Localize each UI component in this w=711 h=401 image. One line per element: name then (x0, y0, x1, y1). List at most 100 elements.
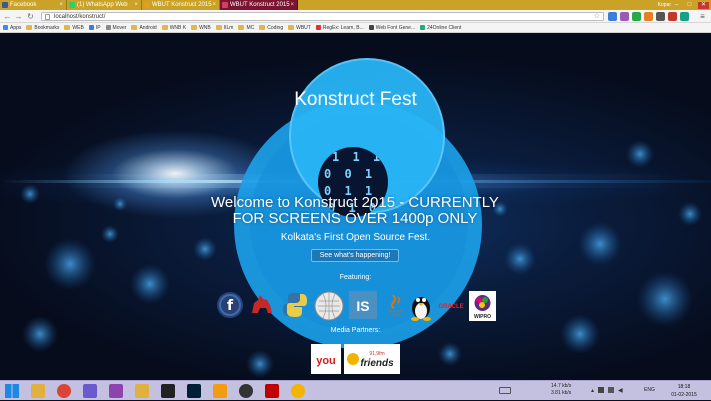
is-logo[interactable]: IS (349, 291, 377, 319)
welcome-headline: Welcome to Konstruct 2015 - CURRENTLY FO… (211, 194, 499, 227)
oracle-logo[interactable]: ORACLE (435, 291, 467, 319)
bookmark-item[interactable]: Mover (105, 25, 126, 31)
media-icon[interactable] (109, 384, 123, 398)
bookmark-item[interactable]: WBUT (288, 25, 311, 31)
browser-tab[interactable]: WBUT Konstruct 2015 × (220, 0, 298, 10)
svg-text:ORACLE: ORACLE (438, 304, 463, 310)
bookmark-item[interactable]: IILm (215, 24, 234, 31)
extension-icon[interactable] (608, 12, 617, 21)
clock[interactable]: 18:18 01-02-2015 (666, 383, 702, 399)
see-whats-happening-button[interactable]: See what's happening! (311, 249, 399, 262)
bookmark-label: Bookmarks (34, 24, 60, 31)
address-bar[interactable]: localhost/konstruct/ ☆ (41, 12, 604, 21)
bookmark-item[interactable]: IP (88, 25, 101, 31)
photoshop-icon[interactable] (187, 384, 201, 398)
calculator-icon[interactable] (83, 384, 97, 398)
folder-icon (64, 25, 71, 30)
svg-text:WIPRO: WIPRO (474, 314, 491, 320)
linux-tux-logo[interactable] (408, 291, 434, 321)
maximize-icon[interactable]: □ (685, 2, 694, 9)
reload-icon[interactable]: ↻ (26, 12, 35, 21)
extension-icon[interactable] (620, 12, 629, 21)
extension-icon[interactable] (680, 12, 689, 21)
bookmark-star-icon[interactable]: ☆ (594, 13, 600, 21)
bookmark-item[interactable]: WNB K (161, 24, 187, 31)
bookmark-item[interactable]: Bookmarks (26, 25, 59, 31)
extension-icon[interactable] (668, 12, 677, 21)
bookmark-favicon-icon (420, 25, 426, 30)
bookmark-item[interactable]: 24Online Client (420, 25, 461, 31)
tab-title: WBUT Konstruct 2015 (230, 2, 290, 8)
bookmark-label: MC (246, 24, 255, 31)
radio-friends-logo[interactable]: 91.9fm friends (344, 344, 400, 374)
tab-favicon-icon (69, 2, 75, 8)
bookmark-item[interactable]: RegEx: Learn, B... (315, 25, 364, 31)
volume-icon[interactable]: ◀ (618, 387, 623, 394)
fedora-logo[interactable]: f (216, 291, 244, 319)
bookmark-item[interactable]: Android (131, 24, 157, 31)
menu-icon[interactable]: ≡ (698, 12, 707, 21)
flag-icon[interactable] (598, 387, 605, 393)
network-icon[interactable] (608, 387, 615, 393)
you-logo[interactable]: you (311, 344, 341, 374)
forward-icon[interactable]: → (14, 12, 23, 21)
extension-icon[interactable] (656, 12, 665, 21)
perl-logo[interactable] (248, 291, 276, 319)
upload-speed: 14.7 kb/s (551, 383, 572, 389)
tab-title: Facebook (10, 2, 37, 8)
page-icon (45, 14, 50, 20)
filezilla-icon[interactable] (265, 384, 279, 398)
wipro-logo[interactable]: WIPRO (469, 291, 496, 321)
wikipedia-logo[interactable] (314, 291, 344, 321)
binary-row: 1 1 1 (332, 150, 384, 164)
bookmark-item[interactable]: Web Font Gene... (368, 25, 415, 31)
java-logo[interactable] (384, 291, 408, 321)
bookmark-item[interactable]: Coding (259, 25, 283, 31)
python-logo[interactable] (281, 291, 309, 319)
url-text[interactable]: localhost/konstruct/ (54, 13, 105, 21)
bookmark-item[interactable]: WEB (64, 24, 84, 31)
extension-icon[interactable] (644, 12, 653, 21)
start-button[interactable] (5, 384, 19, 398)
svg-text:IS: IS (356, 298, 369, 314)
language-indicator[interactable]: ENG (644, 387, 655, 393)
back-icon[interactable]: ← (3, 12, 12, 21)
svg-text:friends: friends (360, 358, 394, 369)
bookmark-item[interactable]: WNB (191, 25, 211, 31)
chrome-canary-icon[interactable] (291, 384, 305, 398)
keyboard-icon[interactable] (499, 387, 511, 394)
chevron-up-icon[interactable]: ▴ (591, 387, 594, 394)
clock-time: 18:18 (677, 384, 691, 390)
browser-tab[interactable]: WBUT Konstruct 2015 × (142, 0, 220, 10)
cmd-icon[interactable] (161, 384, 175, 398)
folder-icon[interactable] (135, 384, 149, 398)
browser-tab[interactable]: (1) WhatsApp Web × (67, 0, 142, 10)
browser-tab[interactable]: Facebook × (0, 0, 67, 10)
chrome-icon[interactable] (57, 384, 71, 398)
svg-text:you: you (316, 355, 336, 367)
bookmark-label: Android (139, 24, 157, 31)
tab-close-icon[interactable]: × (59, 0, 63, 10)
bookmark-item[interactable]: Apps (3, 25, 21, 31)
hero-section: 1 1 1 0 0 1 0 1 1 0 1 0 Konstruct Fest W… (0, 34, 711, 380)
extension-icon[interactable] (632, 12, 641, 21)
bookmark-label: WEB (72, 24, 84, 31)
bookmark-label: IILm (223, 24, 234, 31)
close-icon[interactable]: ✕ (698, 1, 709, 9)
user-chip[interactable]: Kopar (658, 0, 671, 10)
tray-icons: ▴ ◀ (591, 387, 623, 394)
github-icon[interactable] (239, 384, 253, 398)
bookmark-label: WNB K (169, 24, 187, 31)
tab-close-icon[interactable]: × (134, 0, 138, 10)
minimize-icon[interactable]: – (672, 2, 681, 9)
download-speed: 3.81 kb/s (551, 390, 572, 396)
photos-icon[interactable] (213, 384, 227, 398)
tab-close-icon[interactable]: × (290, 0, 294, 10)
featuring-label: Featuring: (339, 274, 372, 281)
bookmark-favicon-icon (105, 25, 111, 30)
bookmark-item[interactable]: MC (238, 25, 254, 31)
media-partners-label: Media Partners: (330, 327, 381, 334)
bookmarks-bar: Apps Bookmarks WEB IP Mover Android WNB K WNB II… (0, 23, 711, 33)
tab-close-icon[interactable]: × (212, 0, 216, 10)
file-explorer-icon[interactable] (31, 384, 45, 398)
